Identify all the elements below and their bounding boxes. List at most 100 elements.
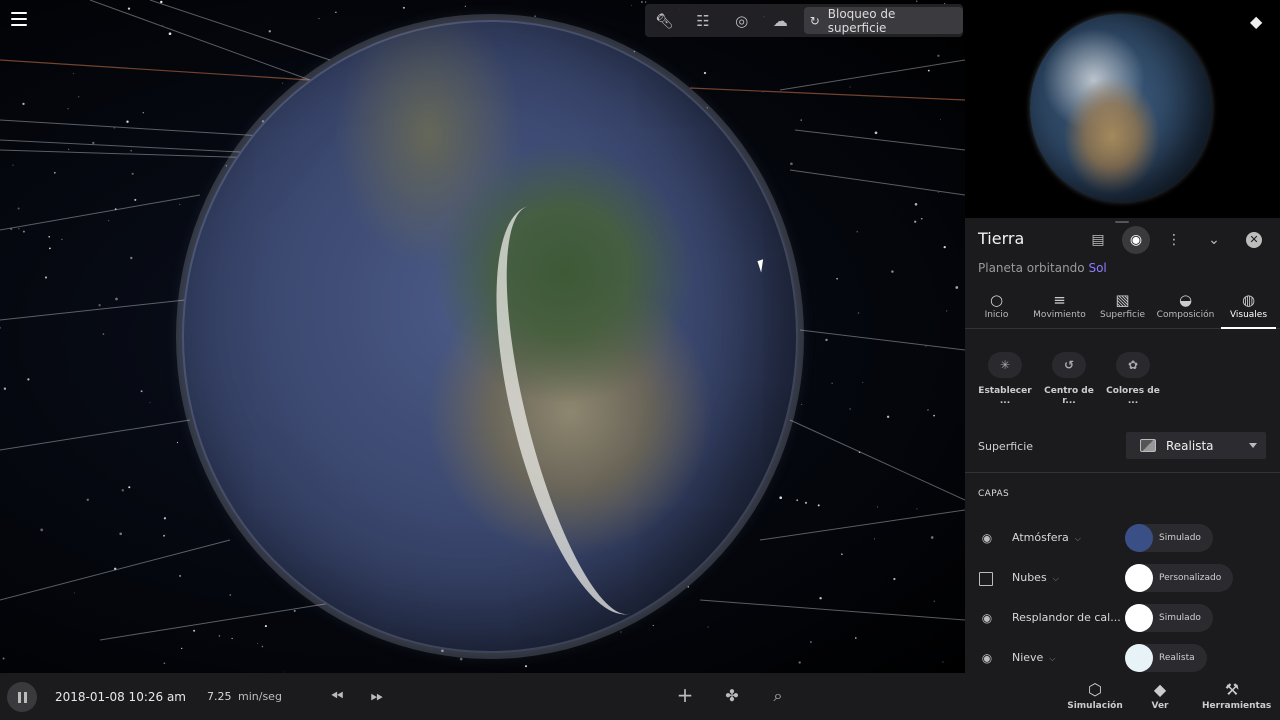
view-button[interactable]: ◆ Ver — [1130, 679, 1190, 711]
add-icon[interactable]: + — [673, 683, 697, 707]
tools-button[interactable]: ⚒ Herramientas — [1202, 679, 1271, 711]
center-action-label: Centro de r... — [1044, 386, 1094, 406]
motion-icon: ≡ — [1053, 291, 1066, 309]
eye-icon[interactable]: ◉ — [1122, 226, 1150, 254]
view-toolbar: 🔦︎ ☷ ◎ ☁︎ ↻ Bloqueo de superficie — [645, 4, 963, 37]
composition-icon: ◒ — [1178, 291, 1193, 309]
layer-color-pill[interactable]: Simulado — [1125, 604, 1213, 632]
layer-color-pill[interactable]: Personalizado — [1125, 564, 1234, 592]
surface-row: Superficie Realista — [978, 432, 1268, 462]
tab-label: Movimiento — [1033, 310, 1086, 320]
center-icon: ↺ — [1052, 352, 1086, 378]
visual-actions: ✳ Establecer ... ↺ Centro de r... ✿ Colores… — [973, 352, 1165, 406]
layer-row-nieve: ◉ Nieve ⌵ Realista — [979, 643, 1269, 673]
layer-row-resplandor: ◉ Resplandor de cal... Simulado — [979, 603, 1269, 633]
layer-name-text: Nieve — [1012, 651, 1044, 664]
layers-icon: ◆ — [1153, 680, 1167, 699]
orbit-icon[interactable]: ◎ — [722, 4, 761, 37]
simulation-viewport[interactable] — [0, 0, 965, 673]
cube-icon: ⬡ — [1088, 680, 1102, 699]
color-swatch — [1125, 604, 1153, 632]
colors-action[interactable]: ✿ Colores de ... — [1101, 352, 1165, 406]
layer-color-pill[interactable]: Realista — [1125, 644, 1207, 672]
visibility-checkbox[interactable] — [979, 572, 993, 586]
layer-mode: Personalizado — [1159, 573, 1222, 583]
circle-icon: ○ — [989, 291, 1004, 309]
dropdown-arrow-icon — [1249, 443, 1257, 448]
panel-drag-handle[interactable] — [1115, 221, 1129, 223]
layers-icon[interactable]: ◆ — [1250, 12, 1262, 31]
time-controls-bar: 2018-01-08 10:26 am 7.25 min/seg ⏪︎ ⏩︎ +… — [0, 673, 1280, 720]
tab-label: Visuales — [1229, 310, 1268, 320]
surface-lock-button[interactable]: ↻ Bloqueo de superficie — [803, 6, 963, 35]
visibility-eye-icon[interactable]: ◉ — [979, 531, 995, 545]
close-icon: ✕ — [1246, 232, 1262, 248]
layer-name[interactable]: Nieve ⌵ — [1012, 651, 1055, 664]
close-button[interactable]: ✕ — [1238, 228, 1270, 252]
flashlight-icon[interactable]: 🔦︎ — [645, 4, 684, 37]
chevron-down-icon: ⌵ — [1049, 654, 1056, 663]
layer-name-text: Atmósfera — [1012, 531, 1069, 544]
time-rate[interactable]: 7.25 — [207, 690, 232, 703]
tab-visuales[interactable]: ◍ Visuales — [1217, 288, 1280, 329]
divider — [965, 472, 1280, 473]
layer-row-nubes: Nubes ⌵ Personalizado — [979, 563, 1269, 593]
search-icon[interactable]: ⌕ — [766, 686, 790, 706]
tab-label: Composición — [1156, 310, 1215, 320]
layer-mode: Simulado — [1159, 533, 1201, 543]
layer-name-text: Nubes — [1012, 571, 1047, 584]
surface-select[interactable]: Realista — [1126, 432, 1266, 459]
chevron-down-icon[interactable]: ⌄ — [1198, 228, 1230, 252]
center-action[interactable]: ↺ Centro de r... — [1037, 352, 1101, 406]
layer-name[interactable]: Atmósfera ⌵ — [1012, 531, 1081, 544]
chevron-down-icon: ⌵ — [1074, 534, 1081, 543]
sim-datetime[interactable]: 2018-01-08 10:26 am — [55, 690, 186, 704]
panel-subtitle: Planeta orbitando Sol — [978, 261, 1107, 275]
sliders-icon[interactable]: ☷ — [684, 4, 723, 37]
main-menu-button[interactable] — [11, 12, 27, 26]
fast-forward-icon[interactable]: ⏩︎ — [365, 686, 389, 706]
more-icon[interactable]: ⋮ — [1158, 228, 1190, 252]
object-panel: Tierra ▤ ◉ ⋮ ⌄ ✕ Planeta orbitando Sol ○… — [965, 218, 1280, 673]
image-icon — [1140, 439, 1156, 452]
layer-name[interactable]: Nubes ⌵ — [1012, 571, 1059, 584]
surface-label: Superficie — [978, 440, 1034, 453]
pause-button[interactable] — [7, 682, 37, 712]
subtitle-prefix: Planeta orbitando — [978, 261, 1085, 275]
layer-color-pill[interactable]: Simulado — [1125, 524, 1213, 552]
surface-lock-icon: ↻ — [809, 13, 820, 28]
earth-globe[interactable] — [176, 14, 804, 659]
orbit-nodes-icon[interactable]: ✤ — [720, 686, 744, 705]
visibility-eye-icon[interactable]: ◉ — [979, 611, 995, 625]
parent-body-link[interactable]: Sol — [1088, 261, 1106, 275]
layer-mode: Simulado — [1159, 613, 1201, 623]
rewind-icon[interactable]: ⏪︎ — [325, 686, 349, 706]
visibility-eye-icon[interactable]: ◉ — [979, 651, 995, 665]
set-action[interactable]: ✳ Establecer ... — [973, 352, 1037, 406]
view-label: Ver — [1151, 701, 1169, 711]
surface-select-value: Realista — [1166, 438, 1214, 453]
layers-heading: CAPAS — [978, 489, 1010, 499]
tab-label: Inicio — [984, 310, 1009, 320]
card-icon[interactable]: ▤ — [1082, 228, 1114, 252]
simulation-button[interactable]: ⬡ Simulación — [1065, 679, 1125, 711]
palette-icon: ◍ — [1241, 291, 1256, 309]
time-rate-unit[interactable]: min/seg — [238, 690, 282, 703]
earth-preview-globe — [1030, 14, 1212, 202]
layer-name[interactable]: Resplandor de cal... — [1012, 611, 1121, 624]
color-swatch — [1125, 564, 1153, 592]
layer-mode: Realista — [1159, 653, 1195, 663]
tab-inicio[interactable]: ○ Inicio — [965, 288, 1028, 328]
panel-tabs: ○ Inicio ≡ Movimiento ▧ Superficie ◒ Composi… — [965, 288, 1280, 329]
tab-movimiento[interactable]: ≡ Movimiento — [1028, 288, 1091, 328]
surface-lock-label: Bloqueo de superficie — [827, 6, 896, 35]
tab-composicion[interactable]: ◒ Composición — [1154, 288, 1217, 328]
set-icon: ✳ — [988, 352, 1022, 378]
panel-actions: ▤ ◉ ⋮ ⌄ ✕ — [1082, 226, 1270, 254]
cloud-icon[interactable]: ☁︎ — [761, 4, 800, 37]
wrench-icon: ⚒ — [1224, 680, 1240, 699]
simulation-label: Simulación — [1067, 701, 1123, 711]
surface-icon: ▧ — [1115, 291, 1130, 309]
tab-label: Superficie — [1099, 310, 1146, 320]
tab-superficie[interactable]: ▧ Superficie — [1091, 288, 1154, 328]
